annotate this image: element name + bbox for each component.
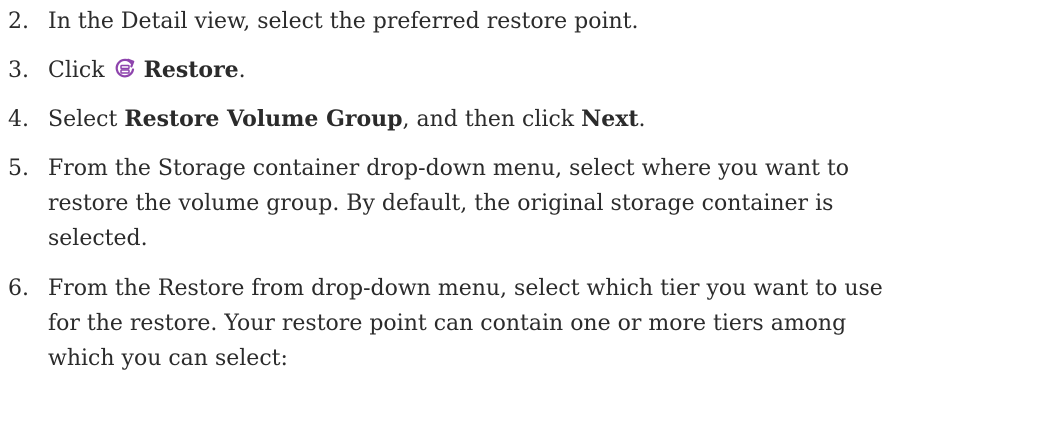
step-5: 5. From the Storage container drop-down …: [0, 151, 1040, 256]
step-text: From the Storage container drop-down men…: [48, 151, 849, 256]
step-3: 3. Click Restore.: [0, 53, 1040, 88]
restore-label: Restore: [143, 57, 239, 83]
step-number: 3.: [8, 58, 29, 83]
step-text: Click Restore.: [48, 53, 246, 88]
step-text-line: From the Restore from drop-down menu, se…: [48, 276, 883, 301]
step-text-before: Select: [48, 107, 125, 132]
step-text-after: .: [238, 58, 246, 83]
step-number: 4.: [8, 107, 29, 132]
step-text-line: for the restore. Your restore point can …: [48, 311, 847, 336]
restore-volume-group-label: Restore Volume Group: [124, 106, 403, 132]
step-text-before: Click: [48, 58, 105, 83]
step-4: 4. Select Restore Volume Group, and then…: [0, 102, 1040, 137]
step-text-middle: , and then click: [402, 107, 582, 132]
document-page: 2. In the Detail view, select the prefer…: [0, 0, 1054, 421]
step-text: In the Detail view, select the preferred…: [48, 9, 639, 34]
step-text: Select Restore Volume Group, and then cl…: [48, 102, 645, 137]
step-text: From the Restore from drop-down menu, se…: [48, 271, 883, 376]
step-text-line: restore the volume group. By default, th…: [48, 191, 834, 216]
restore-icon: [114, 57, 136, 81]
step-2: 2. In the Detail view, select the prefer…: [0, 4, 1040, 39]
step-number: 6.: [8, 276, 29, 301]
step-text-line: which you can select:: [48, 346, 288, 371]
step-6: 6. From the Restore from drop-down menu,…: [0, 271, 1040, 376]
next-label: Next: [581, 106, 639, 132]
step-number: 5.: [8, 156, 29, 181]
step-text-line: From the Storage container drop-down men…: [48, 156, 850, 181]
step-text-line: selected.: [48, 226, 148, 251]
step-text-after: .: [638, 107, 646, 132]
step-number: 2.: [8, 9, 29, 34]
